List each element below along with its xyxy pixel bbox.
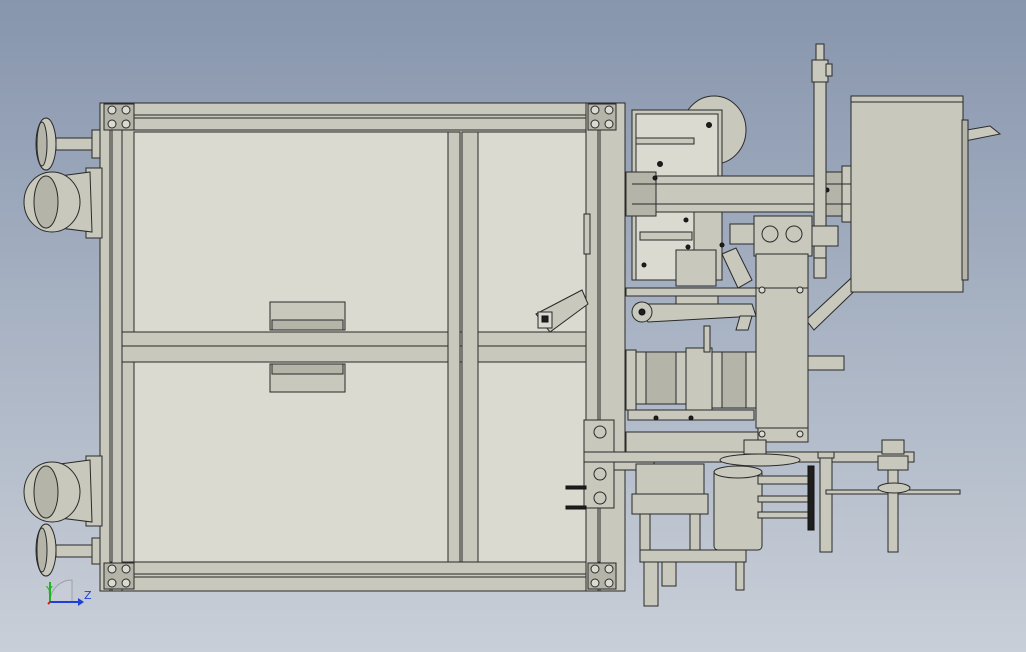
gear-block[interactable] — [721, 215, 813, 291]
caster-bottom[interactable] — [23, 455, 103, 527]
leveling-foot-top[interactable] — [35, 117, 101, 171]
motor-cylinders[interactable] — [625, 325, 757, 421]
motor-housing — [850, 95, 964, 293]
leveling-foot-bottom[interactable] — [35, 523, 101, 577]
spindle-motor — [713, 469, 763, 551]
machine-model[interactable]: Y Z — [0, 0, 1026, 652]
coordinate-triad: Y Z — [45, 579, 92, 606]
main-frame[interactable] — [99, 102, 626, 592]
cad-viewport[interactable]: Y Z — [0, 0, 1026, 652]
caster-top[interactable] — [23, 167, 103, 239]
lower-spindle-assembly[interactable] — [631, 439, 815, 607]
triad-y-label: Y — [45, 584, 53, 597]
triad-x-axis — [47, 601, 51, 605]
triad-z-label: Z — [84, 589, 92, 602]
